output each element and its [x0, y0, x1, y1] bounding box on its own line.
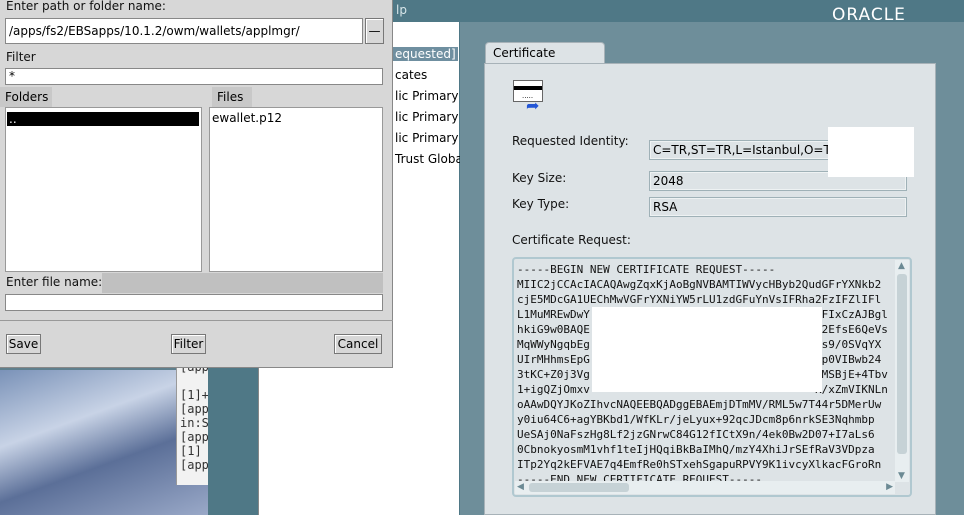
- scroll-thumb[interactable]: [897, 274, 907, 454]
- certificate-request-label: Certificate Request:: [512, 233, 631, 247]
- key-type-field[interactable]: RSA: [649, 197, 907, 217]
- file-name-header-fill: [102, 273, 383, 293]
- file-item[interactable]: ewallet.p12: [212, 111, 282, 125]
- save-button[interactable]: Save: [6, 334, 41, 354]
- divider: [0, 320, 393, 321]
- redaction-box: [592, 307, 822, 392]
- csr-line: -----BEGIN NEW CERTIFICATE REQUEST-----: [517, 263, 776, 276]
- file-save-dialog: Enter path or folder name: /apps/fs2/EBS…: [0, 0, 393, 368]
- terminal-line: [1]+: [180, 388, 209, 402]
- terminal-window: [app [1]+ [app in:S [app [1] [app: [176, 360, 209, 485]
- redaction-box: [828, 127, 914, 177]
- tree-item-label: equested]: [393, 47, 458, 61]
- arrow-icon: ➦: [526, 96, 540, 115]
- scroll-thumb[interactable]: [529, 483, 629, 492]
- filter-label: Filter: [6, 50, 36, 64]
- terminal-line: [1]: [180, 444, 202, 458]
- filter-button[interactable]: Filter: [171, 334, 206, 354]
- scroll-down-icon[interactable]: ▼: [898, 471, 905, 481]
- tree-item-public-primary-1[interactable]: lic Primary: [395, 89, 458, 103]
- vertical-scrollbar[interactable]: ▲ ▼: [895, 260, 909, 482]
- menu-fragment[interactable]: lp: [380, 0, 476, 22]
- cancel-button[interactable]: Cancel: [334, 334, 382, 354]
- horizontal-scrollbar[interactable]: ◀ ▶: [515, 481, 895, 494]
- file-name-label: Enter file name:: [6, 275, 103, 289]
- folders-list[interactable]: ..: [5, 107, 202, 272]
- path-label: Enter path or folder name:: [6, 0, 166, 13]
- folders-header: Folders: [0, 87, 52, 107]
- tree-item-trust-global[interactable]: Trust Globa: [395, 152, 463, 166]
- csr-line: oAAwDQYJKoZIhvcNAQEEBQADggEBAEmjDTmMV/RM…: [517, 398, 882, 411]
- terminal-line: [app: [180, 458, 209, 472]
- scroll-up-icon[interactable]: ▲: [898, 261, 905, 271]
- scroll-left-icon[interactable]: ◀: [517, 482, 524, 492]
- terminal-line: [app: [180, 402, 209, 416]
- csr-line: 0CbnokyosmM1vhf1teIjHQqiBkBaIMhQ/mzY4Xhi…: [517, 443, 875, 456]
- csr-line: cjE5MDcGA1UEChMwVGFrYXNiYW5rLU1zdGFuYnVs…: [517, 293, 882, 306]
- requested-identity-label: Requested Identity:: [512, 134, 629, 148]
- csr-line: UeSAj0NaFszHg8Lf2jzGNrwC84G12fICtX9n/4ek…: [517, 428, 875, 441]
- filter-input[interactable]: *: [5, 68, 383, 85]
- terminal-line: [app: [180, 430, 209, 444]
- files-header: Files: [212, 87, 252, 107]
- scroll-right-icon[interactable]: ▶: [886, 482, 893, 492]
- path-input[interactable]: /apps/fs2/EBSapps/10.1.2/owm/wallets/app…: [5, 18, 363, 44]
- files-list[interactable]: ewallet.p12: [209, 107, 383, 272]
- key-size-label: Key Size:: [512, 171, 567, 185]
- file-name-input[interactable]: [5, 294, 383, 311]
- key-type-label: Key Type:: [512, 197, 570, 211]
- tab-certificate-request[interactable]: Certificate Request: [485, 42, 605, 80]
- folder-item-parent[interactable]: ..: [7, 112, 199, 126]
- tree-item-requested[interactable]: equested]: [393, 47, 458, 61]
- tree-item-public-primary-3[interactable]: lic Primary: [395, 131, 458, 145]
- tree-item-public-primary-2[interactable]: lic Primary: [395, 110, 458, 124]
- csr-line: y0iu64C6+agYBKbd1/WfKLr/jeLyux+92qcJDcm8…: [517, 413, 875, 426]
- tree-item-certificates[interactable]: cates: [395, 68, 427, 82]
- csr-line: MIIC2jCCAcIACAQAwgZqxKjAoBgNVBAMTIWVycHB…: [517, 278, 882, 291]
- browse-button[interactable]: —: [365, 18, 384, 44]
- terminal-line: in:S: [180, 416, 209, 430]
- csr-line: ITp2Yq2kEFVAE7q4EmfRe0hSTxehSgapuRPVY9K1…: [517, 458, 882, 471]
